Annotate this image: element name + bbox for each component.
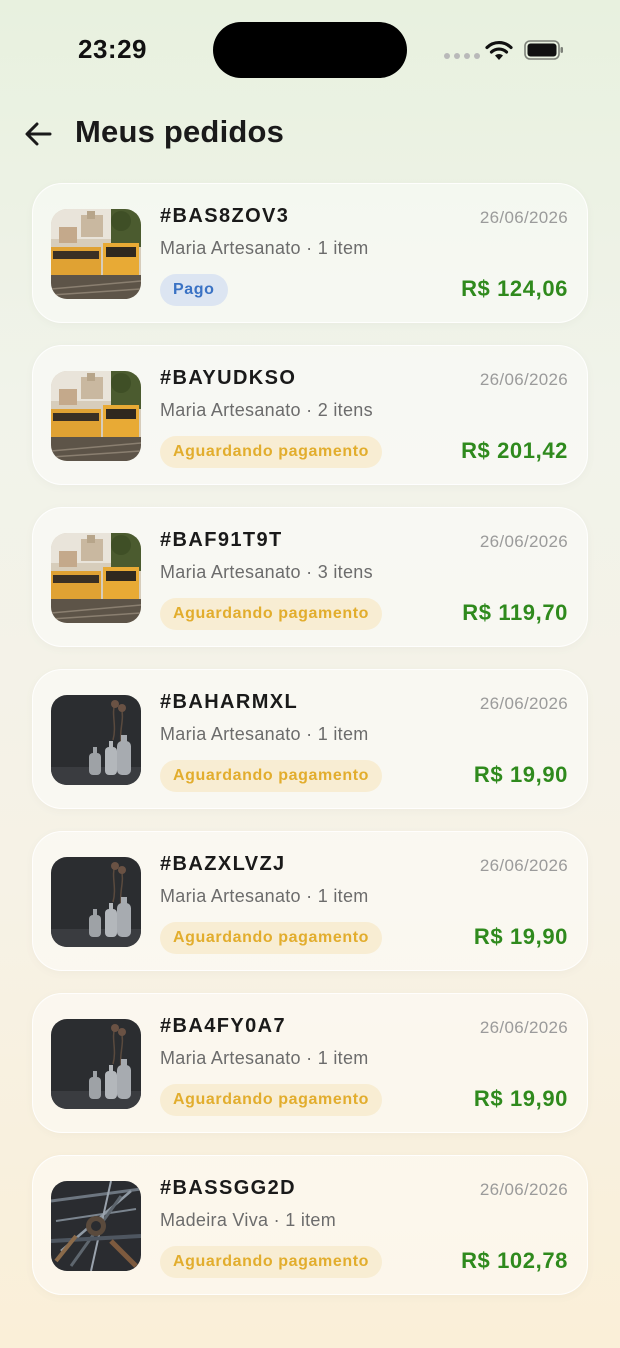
order-total: R$ 19,90 — [473, 1086, 568, 1111]
vases-photo — [51, 857, 141, 947]
order-total: R$ 19,90 — [473, 924, 568, 949]
order-card[interactable]: #BASSGG2D 26/06/2026 Madeira Viva · 1 it… — [32, 1155, 588, 1295]
order-total: R$ 201,42 — [461, 438, 568, 463]
status-badge: Aguardando pagamento — [160, 922, 383, 954]
order-code: #BA4FY0A7 — [160, 1015, 286, 1037]
order-seller-items: Maria Artesanato · 1 item — [160, 886, 369, 906]
back-button[interactable] — [20, 116, 56, 152]
order-card[interactable]: #BAYUDKSO 26/06/2026 Maria Artesanato · … — [32, 345, 588, 485]
order-code: #BAYUDKSO — [160, 367, 297, 389]
page-title: Meus pedidos — [75, 114, 285, 149]
order-thumbnail — [51, 1019, 141, 1109]
order-seller-items: Maria Artesanato · 1 item — [160, 238, 369, 258]
status-badge: Aguardando pagamento — [160, 1246, 383, 1278]
order-card[interactable]: #BAZXLVZJ 26/06/2026 Maria Artesanato · … — [32, 831, 588, 971]
order-date: 26/06/2026 — [479, 1018, 568, 1037]
order-list: #BAS8ZOV3 26/06/2026 Maria Artesanato · … — [32, 183, 588, 1317]
order-thumbnail — [51, 533, 141, 623]
status-badge: Pago — [160, 274, 228, 306]
vases-photo — [51, 1019, 141, 1109]
order-thumbnail — [51, 209, 141, 299]
tram-photo — [51, 209, 141, 299]
arrow-left-icon — [25, 122, 52, 146]
order-code: #BAZXLVZJ — [160, 853, 286, 875]
order-code: #BAF91T9T — [160, 529, 283, 551]
order-seller-items: Maria Artesanato · 3 itens — [160, 562, 373, 582]
status-badge: Aguardando pagamento — [160, 1084, 383, 1116]
order-date: 26/06/2026 — [479, 208, 568, 227]
tools-photo — [51, 1181, 141, 1271]
order-thumbnail — [51, 1181, 141, 1271]
order-card[interactable]: #BA4FY0A7 26/06/2026 Maria Artesanato · … — [32, 993, 588, 1133]
status-time: 23:29 — [78, 34, 147, 64]
order-date: 26/06/2026 — [479, 694, 568, 713]
cellular-signal-icon — [444, 53, 480, 59]
order-total: R$ 102,78 — [461, 1248, 568, 1273]
order-seller-items: Maria Artesanato · 1 item — [160, 724, 369, 744]
order-thumbnail — [51, 857, 141, 947]
page-header: Meus pedidos — [0, 110, 620, 156]
status-bar: 23:29 — [0, 0, 620, 100]
wifi-icon — [485, 40, 513, 60]
tram-photo — [51, 533, 141, 623]
order-total: R$ 124,06 — [461, 276, 568, 301]
order-code: #BASSGG2D — [160, 1177, 296, 1199]
vases-photo — [51, 695, 141, 785]
status-badge: Aguardando pagamento — [160, 598, 383, 630]
tram-photo — [51, 371, 141, 461]
order-total: R$ 119,70 — [462, 600, 568, 625]
order-seller-items: Maria Artesanato · 1 item — [160, 1048, 369, 1068]
status-badge: Aguardando pagamento — [160, 436, 383, 468]
order-thumbnail — [51, 371, 141, 461]
dynamic-island — [213, 22, 407, 78]
order-seller-items: Maria Artesanato · 2 itens — [160, 400, 373, 420]
order-card[interactable]: #BAF91T9T 26/06/2026 Maria Artesanato · … — [32, 507, 588, 647]
order-date: 26/06/2026 — [479, 1180, 568, 1199]
order-date: 26/06/2026 — [479, 532, 568, 551]
order-total: R$ 19,90 — [473, 762, 568, 787]
order-card[interactable]: #BAS8ZOV3 26/06/2026 Maria Artesanato · … — [32, 183, 588, 323]
battery-icon — [524, 40, 563, 60]
order-thumbnail — [51, 695, 141, 785]
status-badge: Aguardando pagamento — [160, 760, 383, 792]
order-code: #BAS8ZOV3 — [160, 205, 290, 227]
order-date: 26/06/2026 — [479, 370, 568, 389]
order-code: #BAHARMXL — [160, 691, 299, 713]
order-date: 26/06/2026 — [479, 856, 568, 875]
order-card[interactable]: #BAHARMXL 26/06/2026 Maria Artesanato · … — [32, 669, 588, 809]
order-seller-items: Madeira Viva · 1 item — [160, 1210, 337, 1230]
